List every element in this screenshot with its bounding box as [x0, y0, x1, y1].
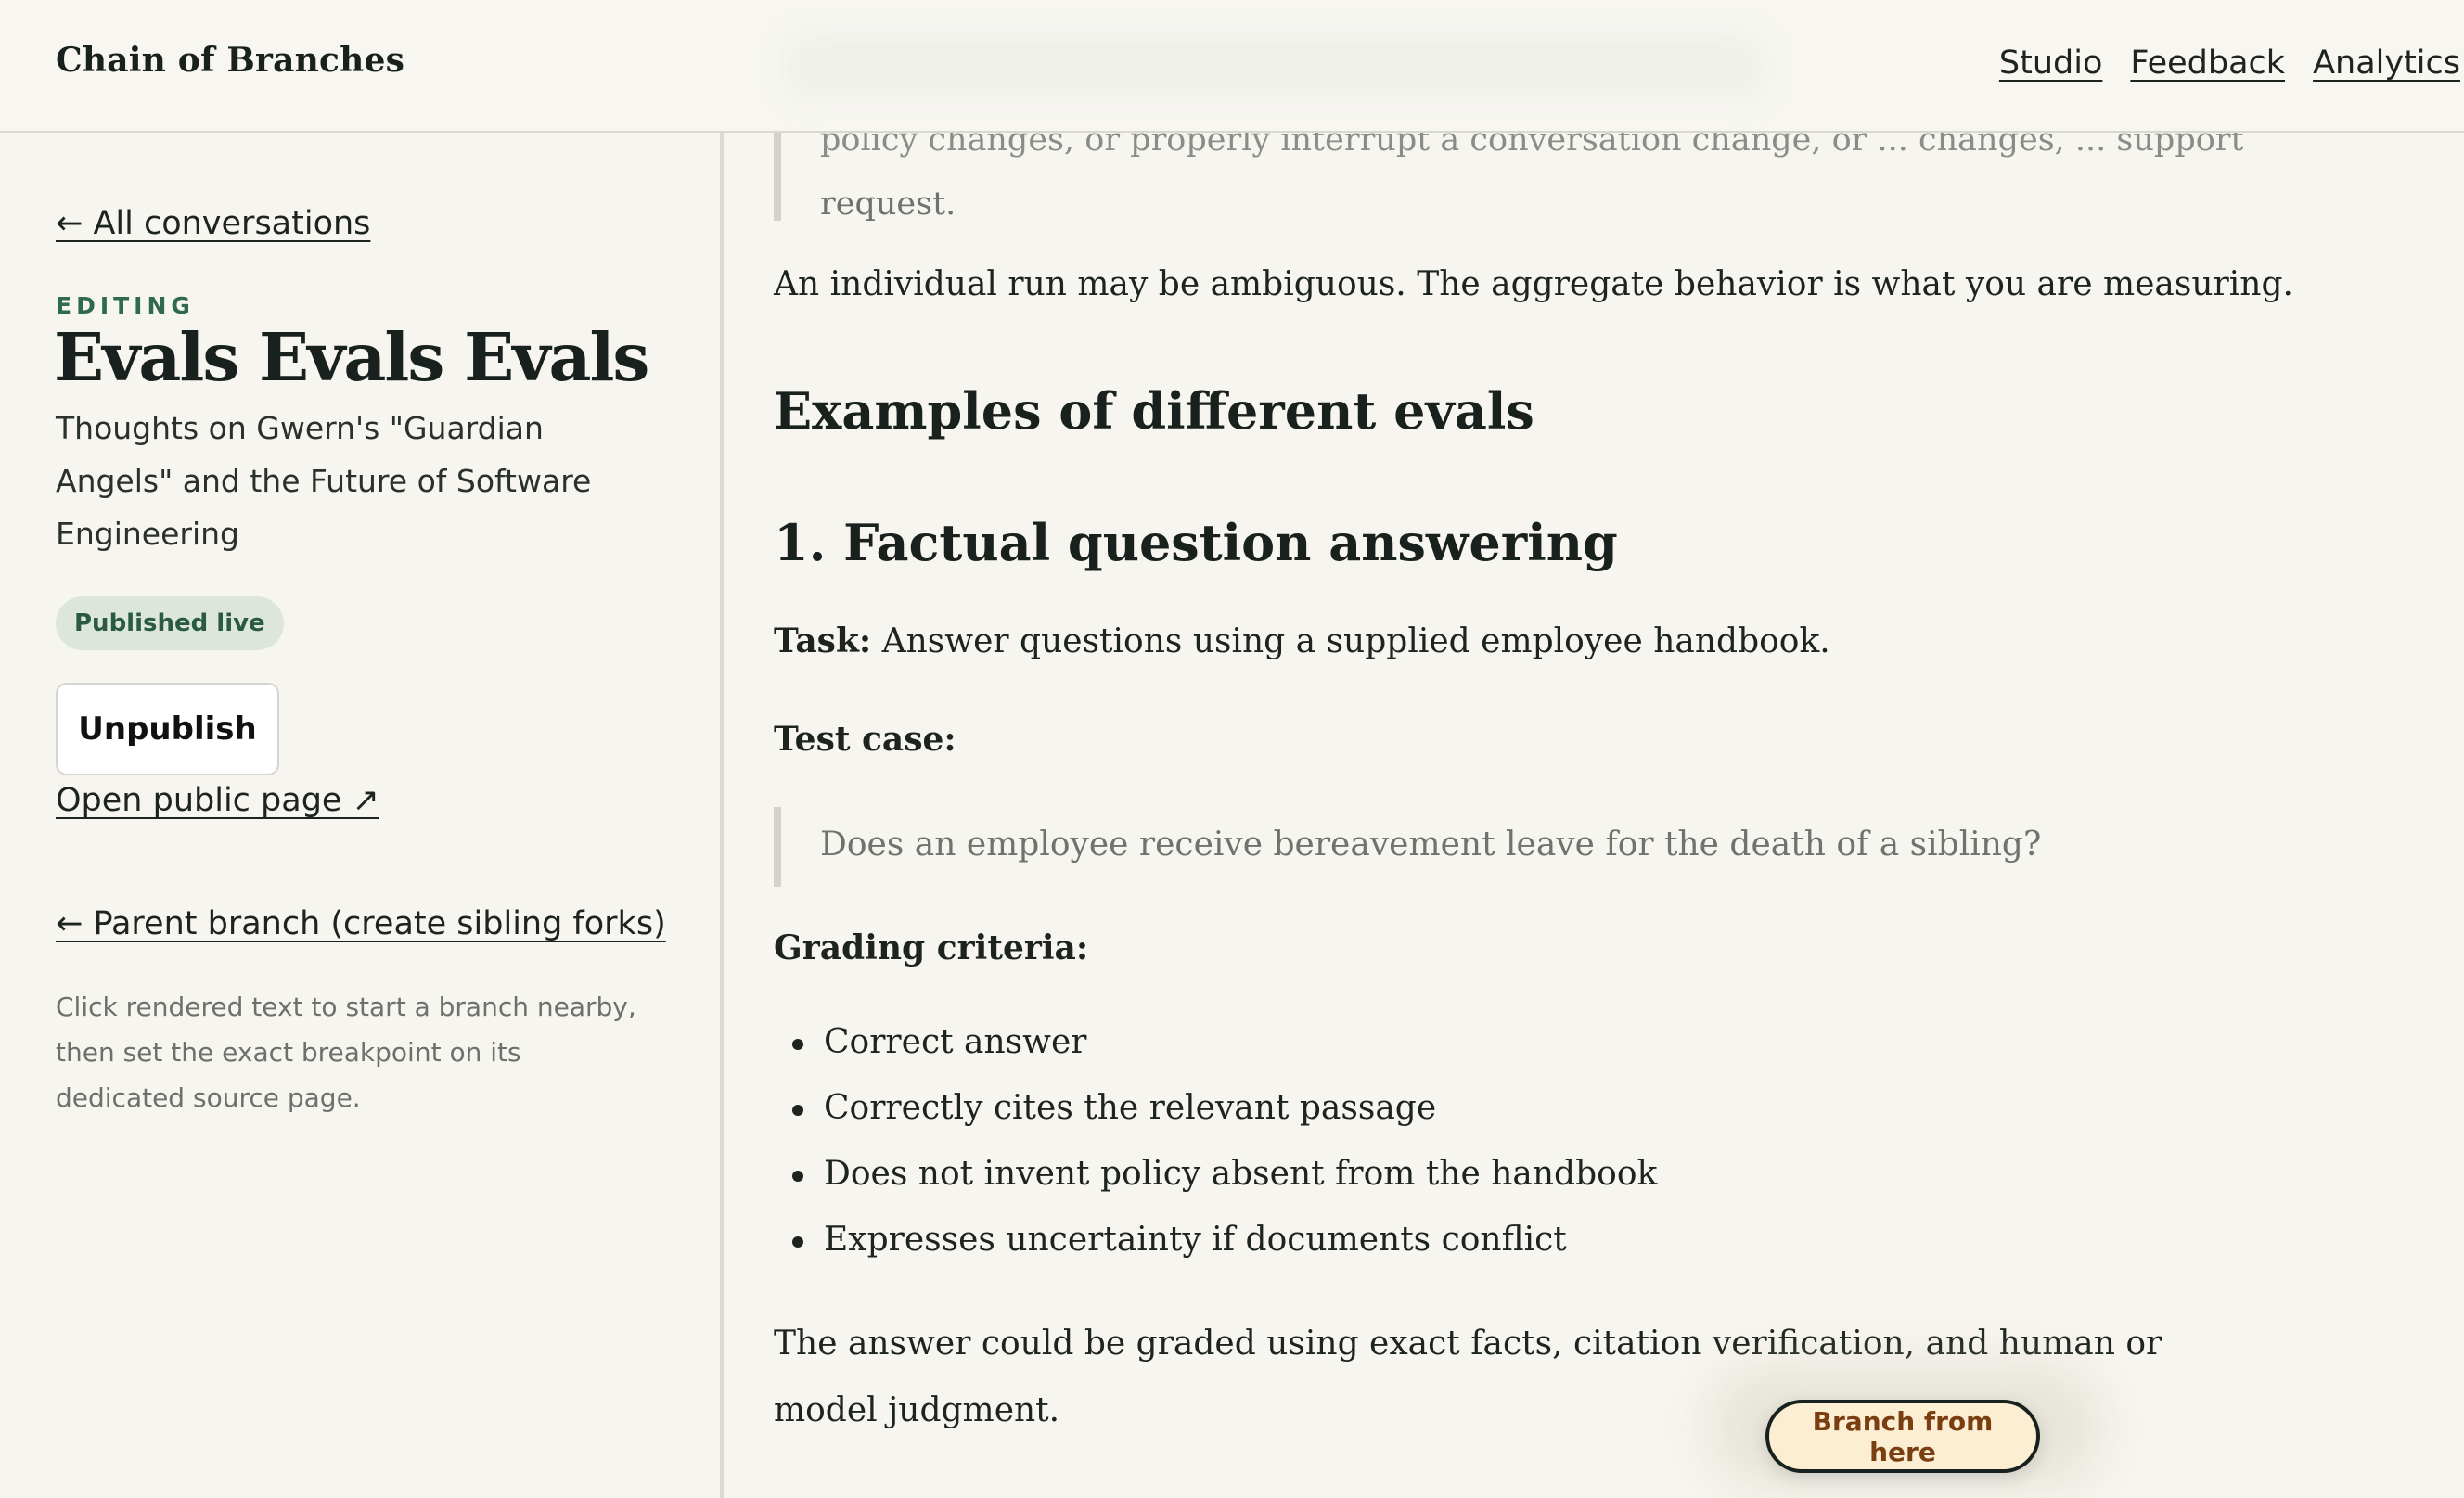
list-item[interactable]: Correct answer	[774, 1023, 1657, 1089]
nav-analytics[interactable]: Analytics	[2313, 45, 2460, 82]
sidebar: ← All conversations EDITING Evals Evals …	[0, 133, 724, 1498]
list-item-text: Expresses uncertainty if documents confl…	[824, 1221, 1567, 1259]
document-subtitle: Thoughts on Gwern's "Guardian Angels" an…	[56, 410, 592, 552]
document-title: Evals Evals Evals	[54, 318, 649, 396]
blockquote-text: request.	[820, 186, 956, 223]
list-item-text: Correctly cites the relevant passage	[824, 1089, 1437, 1127]
bullet-icon	[792, 1105, 803, 1116]
blockquote-clipped-line: policy changes, or properly interrupt a …	[820, 133, 2244, 159]
editing-label: EDITING	[56, 292, 195, 319]
parent-branch-link[interactable]: ← Parent branch (create sibling forks)	[56, 905, 666, 942]
grading-criteria-list: Correct answer Correctly cites the relev…	[774, 1023, 1657, 1287]
list-item[interactable]: Does not invent policy absent from the h…	[774, 1155, 1657, 1221]
document-content[interactable]: policy changes, or properly interrupt a …	[727, 133, 2464, 1498]
bullet-icon	[792, 1039, 803, 1050]
grading-criteria-heading[interactable]: Grading criteria:	[774, 928, 1088, 967]
status-badge: Published live	[56, 596, 284, 650]
branch-from-here-button[interactable]: Branch from here	[1765, 1400, 2040, 1473]
list-item[interactable]: Correctly cites the relevant passage	[774, 1089, 1657, 1155]
help-text: Click rendered text to start a branch ne…	[56, 992, 636, 1113]
unpublish-button[interactable]: Unpublish	[56, 683, 279, 775]
bullet-icon	[792, 1171, 803, 1182]
task-text: Answer questions using a supplied employ…	[871, 622, 1830, 660]
list-item[interactable]: Expresses uncertainty if documents confl…	[774, 1221, 1657, 1287]
paragraph-aggregate[interactable]: An individual run may be ambiguous. The …	[774, 265, 2293, 303]
task-label: Task:	[774, 621, 872, 660]
bullet-icon	[792, 1236, 803, 1248]
list-item-text: Correct answer	[824, 1023, 1087, 1061]
test-case-quote-text: Does an employee receive bereavement lea…	[820, 826, 2042, 864]
nav-feedback[interactable]: Feedback	[2130, 45, 2285, 82]
test-case-heading[interactable]: Test case:	[774, 720, 956, 759]
subsection-heading[interactable]: 1. Factual question answering	[774, 513, 1618, 572]
top-bar: Chain of Branches Studio Feedback Analyt…	[0, 0, 2464, 133]
list-item-text: Does not invent policy absent from the h…	[824, 1155, 1658, 1193]
brand-logo[interactable]: Chain of Branches	[56, 41, 404, 80]
test-case-blockquote[interactable]: Does an employee receive bereavement lea…	[774, 807, 2406, 887]
top-nav: Studio Feedback Analytics	[1999, 45, 2460, 82]
open-public-page-link[interactable]: Open public page ↗	[56, 782, 379, 819]
header-blur-overlay	[789, 37, 1763, 96]
nav-studio[interactable]: Studio	[1999, 45, 2102, 82]
section-heading[interactable]: Examples of different evals	[774, 381, 1534, 441]
all-conversations-link[interactable]: ← All conversations	[56, 205, 370, 242]
task-paragraph[interactable]: Task: Answer questions using a supplied …	[774, 621, 1830, 660]
blockquote-partial: policy changes, or properly interrupt a …	[774, 133, 2406, 223]
